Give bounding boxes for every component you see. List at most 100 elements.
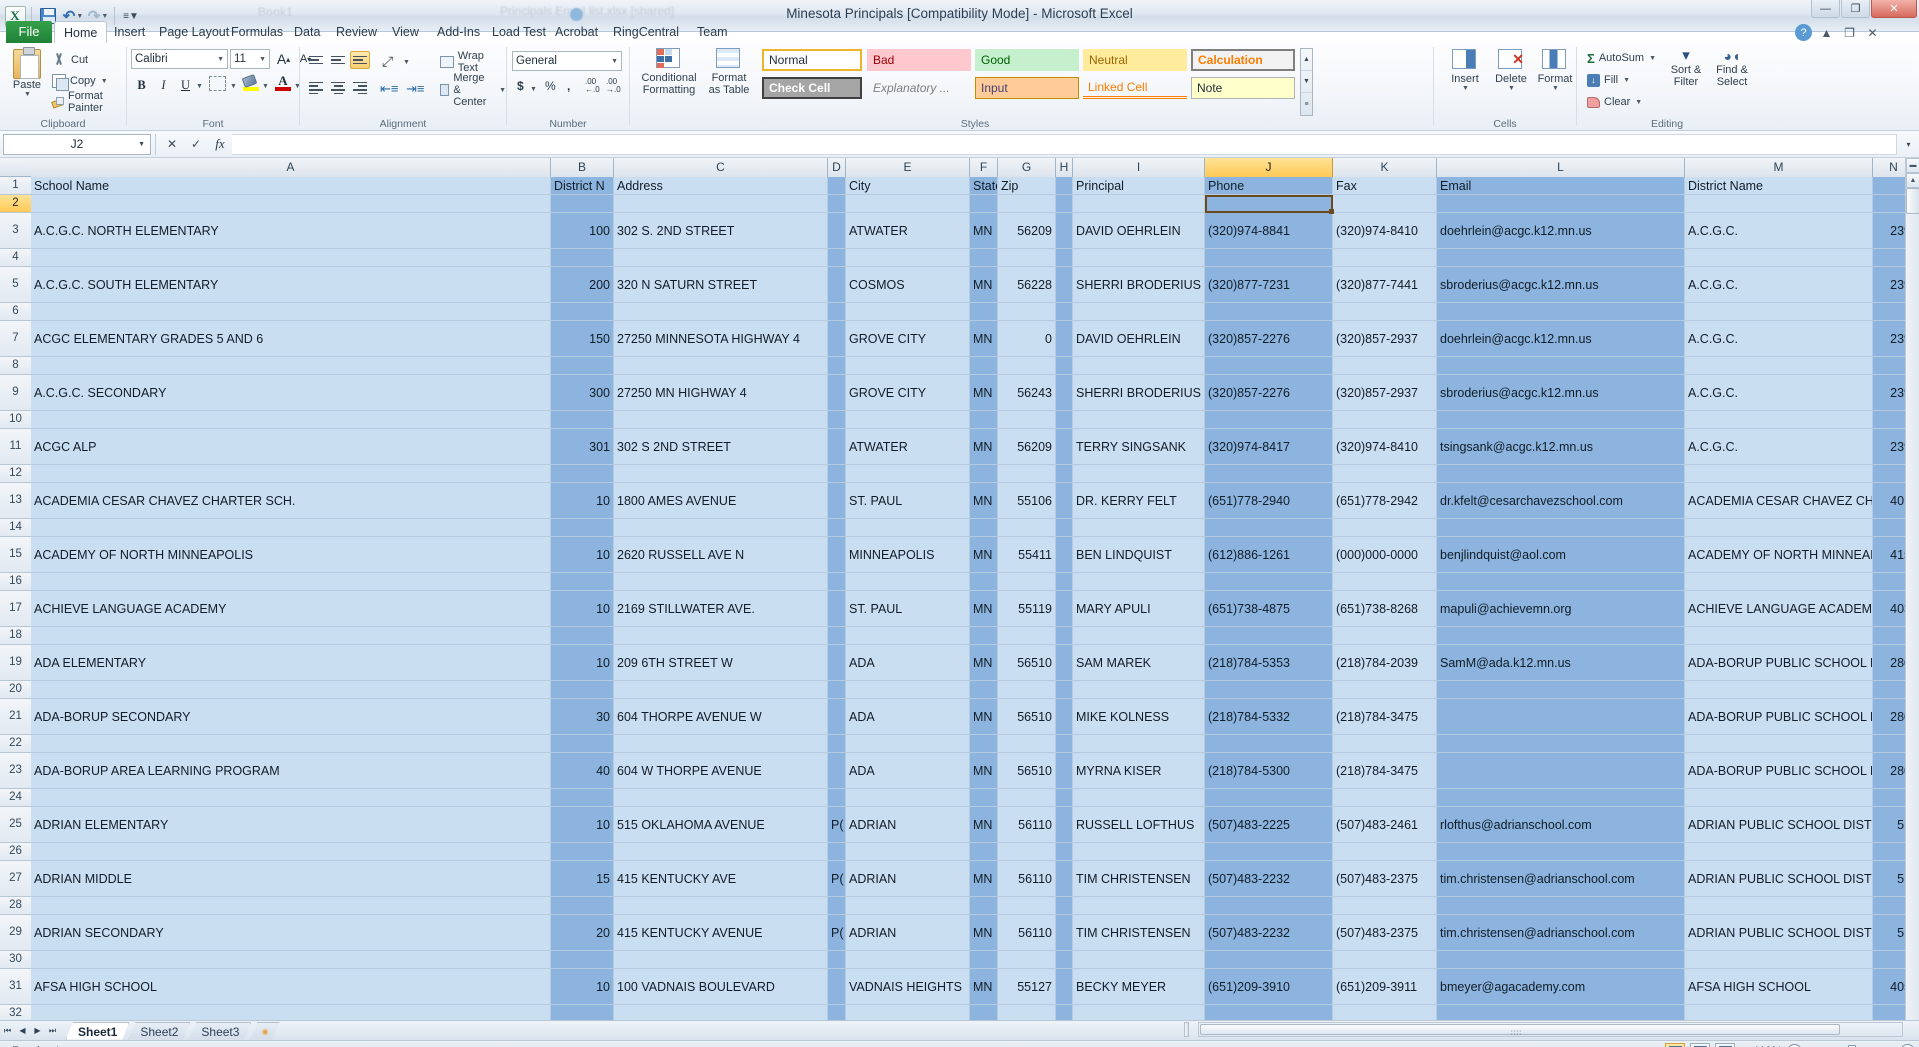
row-header-19[interactable]: 19 xyxy=(0,645,31,681)
row-header-9[interactable]: 9 xyxy=(0,375,31,411)
align-top-button[interactable] xyxy=(306,51,326,69)
cell-E3[interactable]: ATWATER xyxy=(846,213,970,249)
cell-D23[interactable] xyxy=(828,753,846,789)
row-header-10[interactable]: 10 xyxy=(0,411,31,429)
cell-D17[interactable] xyxy=(828,591,846,627)
currency-button[interactable]: $ xyxy=(515,79,526,93)
cell-I9[interactable]: SHERRI BRODERIUS xyxy=(1073,375,1205,411)
cell-I23[interactable]: MYRNA KISER xyxy=(1073,753,1205,789)
cell-F1[interactable]: State xyxy=(970,177,998,195)
cell-M6[interactable] xyxy=(1685,303,1873,321)
enter-formula-button[interactable]: ✓ xyxy=(184,134,208,155)
cell-D25[interactable]: P( xyxy=(828,807,846,843)
cell-E29[interactable]: ADRIAN xyxy=(846,915,970,951)
cell-N7[interactable]: 239 xyxy=(1873,321,1905,357)
cell-H3[interactable] xyxy=(1056,213,1073,249)
cell-N28[interactable] xyxy=(1873,897,1905,915)
cell-L25[interactable]: rlofthus@adrianschool.com xyxy=(1437,807,1685,843)
cell-M32[interactable] xyxy=(1685,1005,1873,1020)
chevron-down-icon[interactable]: ▼ xyxy=(1462,85,1469,92)
cell-N17[interactable]: 403 xyxy=(1873,591,1905,627)
cell-D24[interactable] xyxy=(828,789,846,807)
cell-K3[interactable]: (320)974-8410 xyxy=(1333,213,1437,249)
cell-A4[interactable] xyxy=(31,249,551,267)
cell-A1[interactable]: School Name xyxy=(31,177,551,195)
wrap-text-button[interactable]: Wrap Text xyxy=(440,50,506,74)
cell-K4[interactable] xyxy=(1333,249,1437,267)
cell-M28[interactable] xyxy=(1685,897,1873,915)
formula-input[interactable] xyxy=(232,133,1897,155)
cell-E20[interactable] xyxy=(846,681,970,699)
cell-N1[interactable] xyxy=(1873,177,1905,195)
cell-G25[interactable]: 56110 xyxy=(998,807,1056,843)
cell-E23[interactable]: ADA xyxy=(846,753,970,789)
cell-G12[interactable] xyxy=(998,465,1056,483)
tab-home[interactable]: Home xyxy=(54,21,108,44)
cell-J24[interactable] xyxy=(1205,789,1333,807)
cell-C17[interactable]: 2169 STILLWATER AVE. xyxy=(614,591,828,627)
cell-G17[interactable]: 55119 xyxy=(998,591,1056,627)
horizontal-scroll-thumb[interactable]: ∷∷ xyxy=(1200,1024,1840,1037)
chevron-down-icon[interactable]: ▼ xyxy=(101,78,108,85)
cell-G3[interactable]: 56209 xyxy=(998,213,1056,249)
cut-button[interactable]: Cut xyxy=(52,51,88,69)
cell-M15[interactable]: ACADEMY OF NORTH MINNEAPOLIS xyxy=(1685,537,1873,573)
tab-insert[interactable]: Insert xyxy=(105,21,154,43)
cell-K16[interactable] xyxy=(1333,573,1437,591)
cell-L10[interactable] xyxy=(1437,411,1685,429)
sort-filter-button[interactable]: ▾ Sort & Filter xyxy=(1665,48,1707,89)
merge-center-button[interactable]: Merge & Center ▼ xyxy=(440,72,506,108)
cell-N23[interactable]: 280 xyxy=(1873,753,1905,789)
cell-K25[interactable]: (507)483-2461 xyxy=(1333,807,1437,843)
cell-B6[interactable] xyxy=(551,303,614,321)
cell-I12[interactable] xyxy=(1073,465,1205,483)
cell-J5[interactable]: (320)877-7231 xyxy=(1205,267,1333,303)
cell-E9[interactable]: GROVE CITY xyxy=(846,375,970,411)
styles-more-button[interactable]: ≡ xyxy=(1301,93,1312,115)
cell-G1[interactable]: Zip xyxy=(998,177,1056,195)
styles-scroll-down-button[interactable]: ▼ xyxy=(1301,71,1312,93)
cell-D26[interactable] xyxy=(828,843,846,861)
cell-A16[interactable] xyxy=(31,573,551,591)
cell-K6[interactable] xyxy=(1333,303,1437,321)
cell-N32[interactable] xyxy=(1873,1005,1905,1020)
chevron-down-icon[interactable]: ▼ xyxy=(101,13,108,20)
tab-acrobat[interactable]: Acrobat xyxy=(546,21,607,43)
cell-D8[interactable] xyxy=(828,357,846,375)
cell-A22[interactable] xyxy=(31,735,551,753)
chevron-down-icon[interactable]: ▼ xyxy=(24,91,31,98)
tab-load-test[interactable]: Load Test xyxy=(483,21,555,43)
cell-M29[interactable]: ADRIAN PUBLIC SCHOOL DISTRICT xyxy=(1685,915,1873,951)
font-color-icon[interactable]: A xyxy=(275,74,291,91)
tab-team[interactable]: Team xyxy=(688,21,737,43)
cell-C10[interactable] xyxy=(614,411,828,429)
cell-K23[interactable]: (218)784-3475 xyxy=(1333,753,1437,789)
cell-H30[interactable] xyxy=(1056,951,1073,969)
cell-B7[interactable]: 150 xyxy=(551,321,614,357)
cell-A31[interactable]: AFSA HIGH SCHOOL xyxy=(31,969,551,1005)
cell-G31[interactable]: 55127 xyxy=(998,969,1056,1005)
format-painter-button[interactable]: Format Painter xyxy=(52,90,126,114)
cell-C27[interactable]: 415 KENTUCKY AVE xyxy=(614,861,828,897)
chevron-down-icon[interactable]: ▼ xyxy=(262,83,269,90)
cell-M20[interactable] xyxy=(1685,681,1873,699)
cell-I27[interactable]: TIM CHRISTENSEN xyxy=(1073,861,1205,897)
cell-M19[interactable]: ADA-BORUP PUBLIC SCHOOL DISTRICT xyxy=(1685,645,1873,681)
cell-N19[interactable]: 280 xyxy=(1873,645,1905,681)
cell-E32[interactable] xyxy=(846,1005,970,1020)
chevron-down-icon[interactable]: ▼ xyxy=(611,58,618,65)
cell-C6[interactable] xyxy=(614,303,828,321)
cell-B23[interactable]: 40 xyxy=(551,753,614,789)
cell-B27[interactable]: 15 xyxy=(551,861,614,897)
cell-C20[interactable] xyxy=(614,681,828,699)
cell-L1[interactable]: Email xyxy=(1437,177,1685,195)
increase-indent-icon[interactable]: ⇥≡ xyxy=(406,81,424,97)
underline-button[interactable]: U xyxy=(175,75,196,95)
cell-F26[interactable] xyxy=(970,843,998,861)
horizontal-scrollbar[interactable]: ∷∷ xyxy=(1198,1022,1903,1037)
cell-style-neutral[interactable]: Neutral xyxy=(1083,49,1187,71)
cell-N15[interactable]: 415 xyxy=(1873,537,1905,573)
cell-F11[interactable]: MN xyxy=(970,429,998,465)
chevron-down-icon[interactable]: ▼ xyxy=(1649,55,1656,62)
cell-C29[interactable]: 415 KENTUCKY AVENUE xyxy=(614,915,828,951)
